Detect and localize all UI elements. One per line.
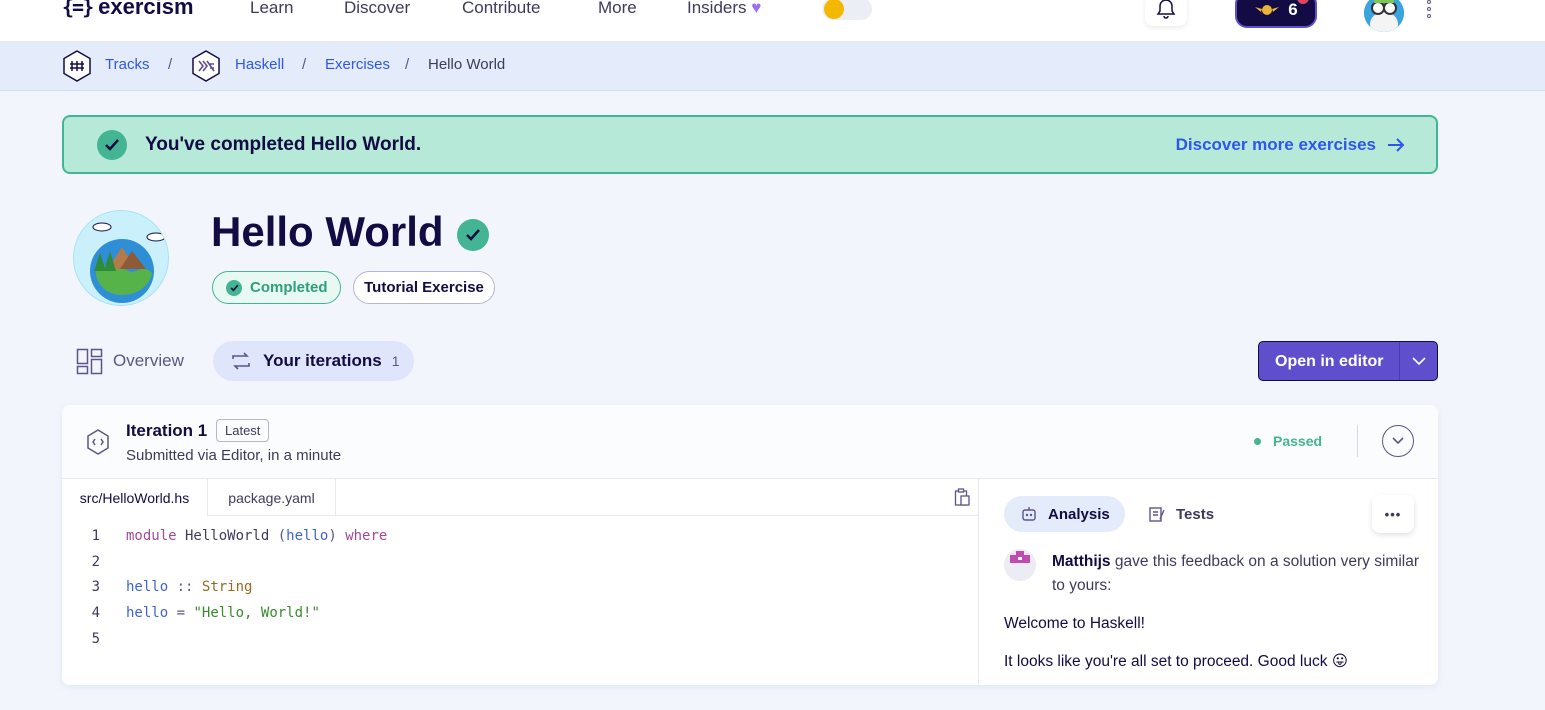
mentor-avatar-image xyxy=(1004,549,1036,581)
iteration-header[interactable]: Iteration 1 Latest Submitted via Editor,… xyxy=(62,405,1438,479)
discover-more-label: Discover more exercises xyxy=(1175,135,1376,154)
tab-tests-label: Tests xyxy=(1176,505,1215,523)
completed-check-icon xyxy=(457,219,489,251)
breadcrumb-haskell[interactable]: Haskell xyxy=(235,56,284,73)
line-number: 5 xyxy=(91,630,100,647)
robot-icon xyxy=(1022,507,1036,521)
theme-toggle-knob xyxy=(824,0,844,19)
reputation-button[interactable]: 6 xyxy=(1235,0,1317,28)
chevron-down-icon xyxy=(1392,437,1404,445)
iteration-panel: Iteration 1 Latest Submitted via Editor,… xyxy=(62,405,1438,685)
tutorial-exercise-pill: Tutorial Exercise xyxy=(353,271,495,304)
brand-glyph: {=} xyxy=(62,0,94,19)
copy-clipboard-icon[interactable] xyxy=(954,488,970,506)
header-divider xyxy=(1357,425,1358,457)
more-menu-icon[interactable] xyxy=(1427,0,1431,18)
chevron-down-icon[interactable] xyxy=(1411,353,1427,369)
nav-more[interactable]: More xyxy=(598,0,637,18)
completed-label: Completed xyxy=(250,279,328,296)
feedback-line-1: Welcome to Haskell! xyxy=(1004,615,1145,632)
tab-iterations[interactable]: Your iterations 1 xyxy=(213,341,414,381)
tab-analysis[interactable]: Analysis xyxy=(1004,496,1125,532)
iteration-title: Iteration 1 xyxy=(126,421,208,440)
line-number: 1 xyxy=(91,528,100,544)
open-in-editor-label: Open in editor xyxy=(1275,353,1384,370)
theme-toggle[interactable] xyxy=(822,0,872,20)
code-text: module HelloWorld (hello) where xyxy=(126,528,388,544)
breadcrumb-tracks[interactable]: Tracks xyxy=(105,56,149,73)
discover-more-link[interactable]: Discover more exercises xyxy=(1176,135,1406,155)
check-circle-icon xyxy=(97,130,127,160)
breadcrumb-exercises[interactable]: Exercises xyxy=(325,56,390,73)
nav-insiders[interactable]: Insiders ♥ xyxy=(687,0,761,18)
completed-pill: Completed xyxy=(212,271,341,304)
file-tabs: src/HelloWorld.hs package.yaml xyxy=(62,479,979,516)
tab-overview[interactable]: Overview xyxy=(76,341,184,381)
open-in-editor-button[interactable]: Open in editor xyxy=(1258,341,1438,381)
overview-icon xyxy=(76,348,103,374)
mentor-name[interactable]: Matthijs xyxy=(1052,553,1111,570)
feedback-heading: Matthijs gave this feedback on a solutio… xyxy=(1052,550,1422,598)
feedback-line-2: It looks like you're all set to proceed.… xyxy=(1004,653,1348,670)
tab-tests[interactable]: Tests xyxy=(1148,496,1214,532)
iteration-subtitle: Submitted via Editor, in a minute xyxy=(126,447,342,464)
code-file-icon xyxy=(87,429,109,455)
breadcrumb: Tracks / Haskell / Exercises / Hello Wor… xyxy=(0,42,1545,91)
tracks-icon[interactable] xyxy=(62,50,92,82)
arrow-right-icon xyxy=(1388,138,1405,152)
breadcrumb-separator: / xyxy=(405,56,410,73)
analysis-pane: Analysis Tests ••• Matthijs gave this fe… xyxy=(980,479,1438,685)
latest-badge: Latest xyxy=(216,419,270,442)
brand-name: exercism xyxy=(98,0,194,19)
passed-label: Passed xyxy=(1273,433,1323,449)
breadcrumb-separator: / xyxy=(302,56,307,73)
breadcrumb-separator: / xyxy=(168,56,173,73)
purple-heart-icon: ♥ xyxy=(751,0,762,17)
mentor-avatar xyxy=(1004,549,1036,581)
reputation-count: 6 xyxy=(1288,0,1298,19)
exercism-logo[interactable]: {=} exercism xyxy=(62,0,194,20)
passed-status: Passed xyxy=(1254,433,1322,449)
exercise-icon xyxy=(73,210,169,306)
code-text: hello = "Hello, World!" xyxy=(126,605,320,622)
bell-icon xyxy=(1156,0,1176,19)
button-divider xyxy=(1399,342,1400,380)
expand-iteration-button[interactable] xyxy=(1382,425,1414,457)
line-number: 3 xyxy=(91,579,100,596)
top-navigation: {=} exercism Learn Discover Contribute M… xyxy=(0,0,1545,42)
status-dot xyxy=(1254,437,1261,445)
analysis-more-button[interactable]: ••• xyxy=(1372,495,1414,533)
iterations-icon xyxy=(232,352,250,370)
code-pane: src/HelloWorld.hs package.yaml 1 module H… xyxy=(62,479,979,685)
breadcrumb-current: Hello World xyxy=(428,56,506,73)
tab-analysis-label: Analysis xyxy=(1048,505,1110,523)
avatar-image xyxy=(1364,0,1404,32)
haskell-icon[interactable] xyxy=(191,50,221,82)
notification-dot xyxy=(1297,0,1309,4)
iterations-count: 1 xyxy=(391,353,400,369)
line-number: 4 xyxy=(91,605,100,622)
tests-icon xyxy=(1149,507,1165,522)
file-tab-package-yaml[interactable]: package.yaml xyxy=(208,479,336,516)
exercise-title: Hello World xyxy=(211,208,444,255)
nav-discover[interactable]: Discover xyxy=(344,0,410,18)
line-number: 2 xyxy=(91,553,100,570)
code-text: hello :: String xyxy=(126,579,253,596)
check-icon xyxy=(226,279,242,296)
nav-insiders-label: Insiders xyxy=(687,0,747,17)
wings-badge-icon xyxy=(1255,5,1280,15)
completion-banner: You've completed Hello World. Discover m… xyxy=(62,115,1438,174)
nav-learn[interactable]: Learn xyxy=(250,0,293,18)
tab-iterations-label: Your iterations xyxy=(263,351,382,370)
tab-overview-label: Overview xyxy=(113,351,184,370)
file-tab-helloworld[interactable]: src/HelloWorld.hs xyxy=(62,479,208,516)
user-avatar[interactable] xyxy=(1364,0,1404,32)
completion-message: You've completed Hello World. xyxy=(145,134,422,155)
notifications-button[interactable] xyxy=(1145,0,1187,26)
nav-contribute[interactable]: Contribute xyxy=(462,0,540,18)
globe-icon xyxy=(90,222,166,303)
